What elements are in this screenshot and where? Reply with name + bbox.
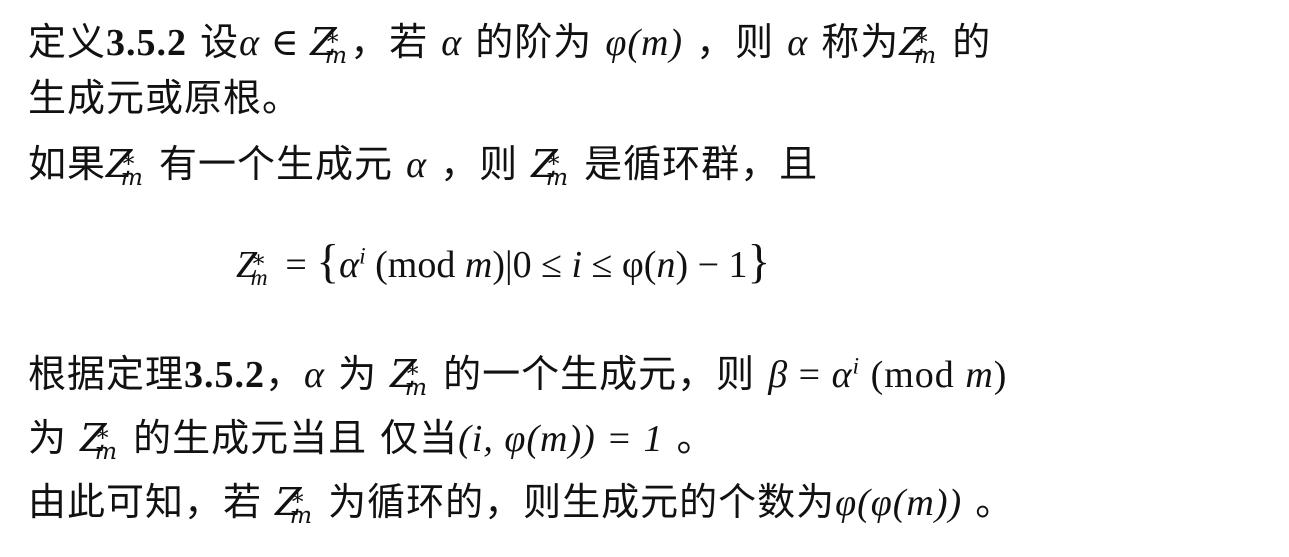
text-fragment: 的	[939, 20, 992, 64]
math-right-brace: }	[747, 236, 771, 288]
math-range-mid: ≤ φ(	[582, 244, 657, 286]
math-alpha: α	[831, 354, 853, 396]
math-m: m	[965, 354, 994, 396]
gcd-condition-line: 为 Z ∗ m 的生成元当且 仅当(i, φ(m)) = 1 。	[28, 414, 716, 465]
math-in-symbol: ∈	[260, 22, 311, 64]
math-m: m	[250, 264, 268, 291]
text-fragment: 为循环的，则生成元的个数为	[314, 480, 836, 524]
math-paren: )	[993, 354, 1008, 396]
math-m: m	[94, 436, 119, 465]
math-gcd-expression: (i, φ(m)) = 1	[458, 418, 664, 460]
text-fragment: 为	[324, 352, 391, 396]
text-fragment: 的生成元当且 仅当	[119, 416, 459, 460]
math-exponent-i: i	[852, 353, 861, 380]
math-phi-m: φ(m)	[605, 22, 684, 64]
cyclic-group-line: 如果Z ∗ m 有一个生成元 α ，则 Z ∗ m 是循环群，且	[28, 140, 819, 191]
definition-number: 3.5.2	[106, 22, 188, 64]
math-alpha: α	[441, 22, 463, 64]
text-fragment: 的一个生成元，则	[430, 352, 769, 396]
math-Zm-star: Z ∗ m	[531, 140, 571, 191]
text-fragment: 如果	[28, 142, 107, 186]
math-alpha: α	[304, 354, 325, 396]
math-m: m	[404, 372, 429, 401]
definition-line-2: 生成元或原根。	[28, 74, 301, 122]
text-fragment: 生成元或原根。	[28, 76, 302, 120]
math-m: m	[464, 244, 493, 286]
math-i: i	[571, 244, 582, 286]
text-fragment: 设	[187, 20, 240, 64]
text-fragment: 是循环群，且	[571, 142, 819, 186]
slide: 定义3.5.2 设α ∈ Z ∗ m ，若 α 的阶为 φ(m) ，则 α 称为Z ∗ m…	[0, 0, 1289, 557]
math-Zm-star: Z ∗ m	[899, 18, 939, 69]
text-fragment: ，	[265, 352, 305, 396]
text-fragment: ，则	[683, 20, 788, 64]
math-m: m	[120, 162, 144, 191]
text-fragment: ，则	[427, 142, 532, 186]
theorem-number: 3.5.2	[184, 354, 266, 396]
math-m: m	[913, 40, 938, 69]
math-Zm-star: Z ∗ m	[275, 478, 315, 529]
math-alpha: α	[339, 244, 360, 286]
math-Zm-star: Z ∗ m	[236, 237, 276, 293]
display-formula: Z ∗ m = {αi (mod m)|0 ≤ i ≤ φ(n) − 1}	[236, 234, 770, 293]
math-m: m	[289, 500, 314, 529]
math-n: n	[656, 244, 676, 286]
math-phi-phi-m: φ(φ(m))	[835, 482, 963, 524]
text-fragment: 的阶为	[462, 20, 606, 64]
text-fragment: 。	[962, 480, 1015, 524]
text-fragment: 为	[28, 416, 81, 460]
math-alpha: α	[406, 144, 428, 186]
text-fragment: 有一个生成元	[145, 142, 407, 186]
definition-line: 定义3.5.2 设α ∈ Z ∗ m ，若 α 的阶为 φ(m) ，则 α 称为Z ∗ m…	[28, 18, 992, 69]
text-fragment: 由此可知，若	[28, 480, 276, 524]
text-fragment: ，若	[350, 20, 442, 64]
math-Zm-star: Z ∗ m	[390, 350, 430, 401]
math-beta: β	[768, 354, 789, 396]
math-equals: =	[275, 244, 317, 286]
text-fragment: 称为	[808, 20, 900, 64]
math-range-end: ) − 1	[675, 244, 748, 286]
math-range-start: )|0 ≤	[492, 244, 572, 286]
text-fragment: 。	[663, 416, 716, 460]
theorem-line: 根据定理3.5.2，α 为 Z ∗ m 的一个生成元，则 β = αi (mod m…	[28, 350, 1008, 401]
math-m: m	[545, 162, 570, 191]
math-m: m	[324, 40, 349, 69]
math-alpha: α	[239, 22, 261, 64]
math-Zm-star: Z ∗ m	[310, 18, 350, 69]
conclusion-line: 由此可知，若 Z ∗ m 为循环的，则生成元的个数为φ(φ(m)) 。	[28, 478, 1015, 529]
math-Zm-star: Z ∗ m	[80, 414, 120, 465]
math-mod: (mod	[365, 244, 465, 286]
math-alpha: α	[787, 22, 809, 64]
math-equals: =	[788, 354, 832, 396]
math-left-brace: {	[316, 236, 340, 288]
math-Zm-star: Z ∗ m	[106, 140, 146, 191]
text-fragment: 根据定理	[28, 352, 185, 396]
definition-label: 定义	[28, 20, 107, 64]
math-mod: (mod	[860, 354, 966, 396]
